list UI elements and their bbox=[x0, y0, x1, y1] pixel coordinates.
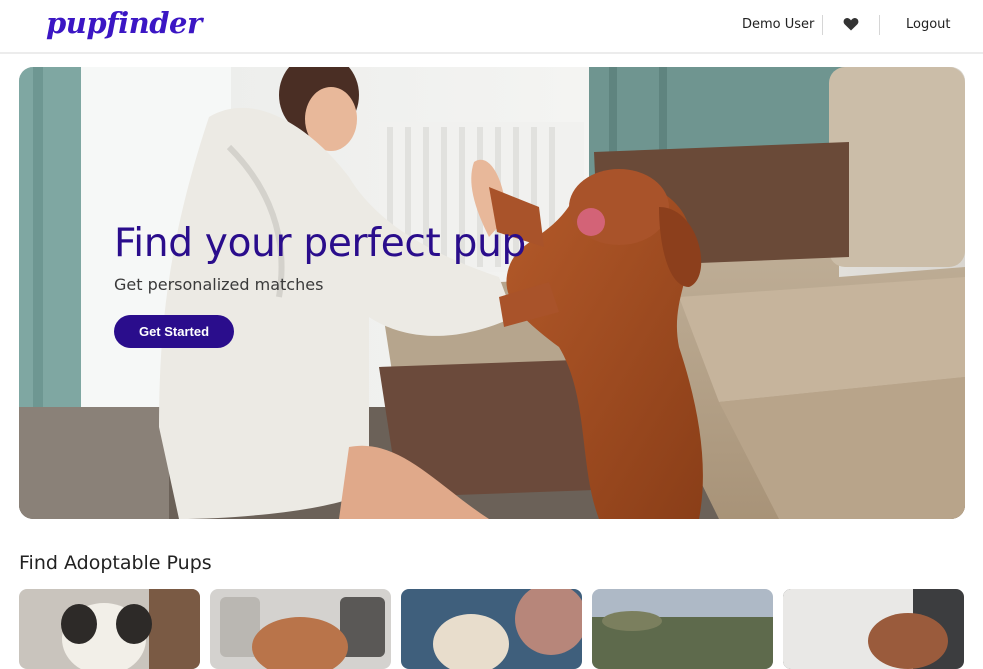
pup-photo bbox=[783, 589, 964, 669]
get-started-button[interactable]: Get Started bbox=[114, 315, 234, 348]
pup-card-5[interactable] bbox=[783, 589, 964, 669]
pup-card-3[interactable] bbox=[401, 589, 582, 669]
user-menu[interactable]: Demo User bbox=[742, 17, 814, 32]
top-nav: pupfinder Demo User Logout bbox=[0, 0, 983, 54]
nav-divider bbox=[822, 15, 823, 35]
pup-card-4[interactable] bbox=[592, 589, 773, 669]
pup-card-2[interactable] bbox=[210, 589, 391, 669]
hero-banner: Find your perfect pup Get personalized m… bbox=[19, 67, 965, 519]
logout-link[interactable]: Logout bbox=[906, 17, 951, 32]
nav-divider bbox=[879, 15, 880, 35]
section-title: Find Adoptable Pups bbox=[19, 552, 212, 574]
pup-card-list bbox=[19, 589, 965, 669]
pup-photo bbox=[210, 589, 391, 669]
pup-photo bbox=[401, 589, 582, 669]
pupfinder-logo[interactable]: pupfinder bbox=[46, 6, 202, 40]
hero-subtitle: Get personalized matches bbox=[114, 275, 324, 294]
heart-icon[interactable] bbox=[843, 16, 859, 32]
pup-photo bbox=[19, 589, 200, 669]
pup-card-1[interactable] bbox=[19, 589, 200, 669]
hero-title: Find your perfect pup bbox=[114, 221, 526, 266]
pup-photo bbox=[592, 589, 773, 669]
